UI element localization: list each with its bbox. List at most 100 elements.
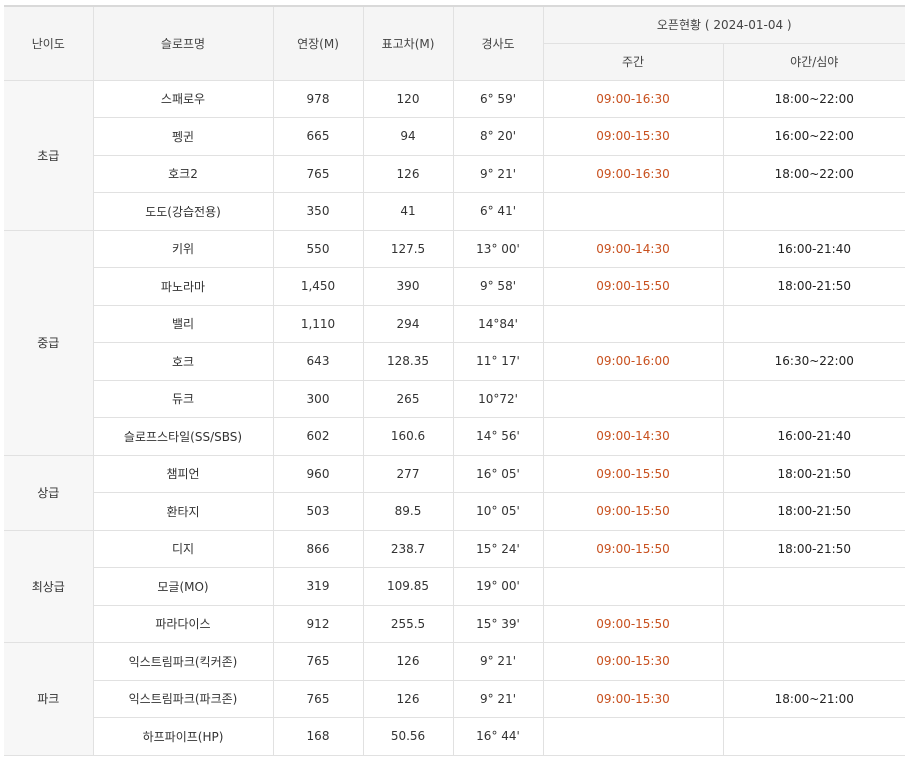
header-level: 난이도 xyxy=(4,5,94,81)
slope-elevation: 41 xyxy=(363,192,454,231)
slope-status-table: 난이도 슬로프명 연장(M) 표고차(M) 경사도 오픈현황 ( 2024-01… xyxy=(4,5,905,756)
slope-gradient: 9° 21' xyxy=(453,680,544,718)
slope-gradient: 11° 17' xyxy=(453,342,544,381)
slope-elevation: 50.56 xyxy=(363,717,454,756)
slope-elevation: 126 xyxy=(363,680,454,718)
slope-length: 1,110 xyxy=(273,305,364,343)
table-header: 난이도 슬로프명 연장(M) 표고차(M) 경사도 오픈현황 ( 2024-01… xyxy=(4,5,905,81)
slope-gradient: 9° 21' xyxy=(453,155,544,193)
slope-gradient: 19° 00' xyxy=(453,567,544,606)
slope-length: 602 xyxy=(273,417,364,456)
table-row: 환타지 503 89.5 10° 05' 09:00-15:50 18:00-21:50 xyxy=(4,492,905,531)
slope-gradient: 6° 41' xyxy=(453,192,544,231)
slope-elevation: 94 xyxy=(363,117,454,156)
slope-elevation: 126 xyxy=(363,642,454,681)
slope-elevation: 265 xyxy=(363,380,454,418)
night-hours xyxy=(723,380,905,418)
header-elevation: 표고차(M) xyxy=(363,5,454,81)
day-hours: 09:00-15:50 xyxy=(543,530,724,568)
slope-name: 챔피언 xyxy=(93,455,274,493)
table-row: 호크 643 128.35 11° 17' 09:00-16:00 16:30~22:00 xyxy=(4,342,905,381)
slope-elevation: 120 xyxy=(363,80,454,118)
difficulty-level: 파크 xyxy=(4,642,94,756)
slope-gradient: 8° 20' xyxy=(453,117,544,156)
table-row: 도도(강습전용) 350 41 6° 41' xyxy=(4,192,905,231)
slope-name: 밸리 xyxy=(93,305,274,343)
slope-length: 168 xyxy=(273,717,364,756)
header-gradient: 경사도 xyxy=(453,5,544,81)
slope-elevation: 390 xyxy=(363,267,454,306)
slope-length: 1,450 xyxy=(273,267,364,306)
night-hours xyxy=(723,717,905,756)
slope-elevation: 128.35 xyxy=(363,342,454,381)
day-hours: 09:00-15:50 xyxy=(543,492,724,531)
slope-length: 765 xyxy=(273,642,364,681)
slope-name: 익스트림파크(킥커존) xyxy=(93,642,274,681)
slope-name: 도도(강습전용) xyxy=(93,192,274,231)
day-hours xyxy=(543,567,724,606)
day-hours xyxy=(543,380,724,418)
slope-name: 디지 xyxy=(93,530,274,568)
table-row: 파라다이스 912 255.5 15° 39' 09:00-15:50 xyxy=(4,605,905,643)
slope-elevation: 277 xyxy=(363,455,454,493)
night-hours: 16:30~22:00 xyxy=(723,342,905,381)
slope-name: 하프파이프(HP) xyxy=(93,717,274,756)
slope-length: 912 xyxy=(273,605,364,643)
slope-length: 765 xyxy=(273,155,364,193)
night-hours: 18:00-21:50 xyxy=(723,492,905,531)
table-row: 파노라마 1,450 390 9° 58' 09:00-15:50 18:00-21:50 xyxy=(4,267,905,306)
night-hours xyxy=(723,605,905,643)
slope-name: 환타지 xyxy=(93,492,274,531)
table-row: 익스트림파크(파크존) 765 126 9° 21' 09:00-15:30 18:00~… xyxy=(4,680,905,718)
day-hours xyxy=(543,305,724,343)
slope-length: 300 xyxy=(273,380,364,418)
slope-length: 665 xyxy=(273,117,364,156)
table-row: 최상급 디지 866 238.7 15° 24' 09:00-15:50 18:00-21:… xyxy=(4,530,905,643)
slope-name: 호크 xyxy=(93,342,274,381)
day-hours: 09:00-14:30 xyxy=(543,230,724,268)
slope-elevation: 127.5 xyxy=(363,230,454,268)
night-hours xyxy=(723,192,905,231)
table-row: 하프파이프(HP) 168 50.56 16° 44' xyxy=(4,717,905,756)
table-row: 슬로프스타일(SS/SBS) 602 160.6 14° 56' 09:00-14:30… xyxy=(4,417,905,456)
night-hours: 16:00-21:40 xyxy=(723,230,905,268)
slope-length: 503 xyxy=(273,492,364,531)
difficulty-level: 중급 xyxy=(4,230,94,456)
slope-gradient: 10°72' xyxy=(453,380,544,418)
slope-elevation: 294 xyxy=(363,305,454,343)
day-hours: 09:00-15:50 xyxy=(543,605,724,643)
day-hours xyxy=(543,717,724,756)
slope-gradient: 6° 59' xyxy=(453,80,544,118)
table-row: 듀크 300 265 10°72' xyxy=(4,380,905,418)
slope-name: 듀크 xyxy=(93,380,274,418)
difficulty-level: 상급 xyxy=(4,455,94,531)
header-slope-name: 슬로프명 xyxy=(93,5,274,81)
day-hours xyxy=(543,192,724,231)
day-hours: 09:00-16:30 xyxy=(543,80,724,118)
difficulty-level: 초급 xyxy=(4,80,94,231)
slope-gradient: 15° 24' xyxy=(453,530,544,568)
night-hours: 18:00~22:00 xyxy=(723,80,905,118)
slope-name: 스패로우 xyxy=(93,80,274,118)
slope-name: 익스트림파크(파크존) xyxy=(93,680,274,718)
night-hours: 18:00~22:00 xyxy=(723,155,905,193)
table-row: 상급 챔피언 960 277 16° 05' 09:00-15:50 18:00-21:50 xyxy=(4,455,905,531)
slope-name: 펭귄 xyxy=(93,117,274,156)
slope-elevation: 126 xyxy=(363,155,454,193)
table-row: 펭귄 665 94 8° 20' 09:00-15:30 16:00~22:00 xyxy=(4,117,905,156)
slope-length: 978 xyxy=(273,80,364,118)
slope-gradient: 16° 05' xyxy=(453,455,544,493)
day-hours: 09:00-16:00 xyxy=(543,342,724,381)
day-hours: 09:00-15:50 xyxy=(543,267,724,306)
slope-elevation: 109.85 xyxy=(363,567,454,606)
header-length: 연장(M) xyxy=(273,5,364,81)
slope-name: 모글(MO) xyxy=(93,567,274,606)
day-hours: 09:00-14:30 xyxy=(543,417,724,456)
header-open-status: 오픈현황 ( 2024-01-04 ) xyxy=(543,5,905,44)
slope-gradient: 13° 00' xyxy=(453,230,544,268)
slope-gradient: 10° 05' xyxy=(453,492,544,531)
table-row: 초급 스패로우 978 120 6° 59' 09:00-16:30 18:00~22:00 xyxy=(4,80,905,231)
day-hours: 09:00-16:30 xyxy=(543,155,724,193)
slope-elevation: 89.5 xyxy=(363,492,454,531)
table-row: 중급 키위 550 127.5 13° 00' 09:00-14:30 16:00-21:4… xyxy=(4,230,905,456)
